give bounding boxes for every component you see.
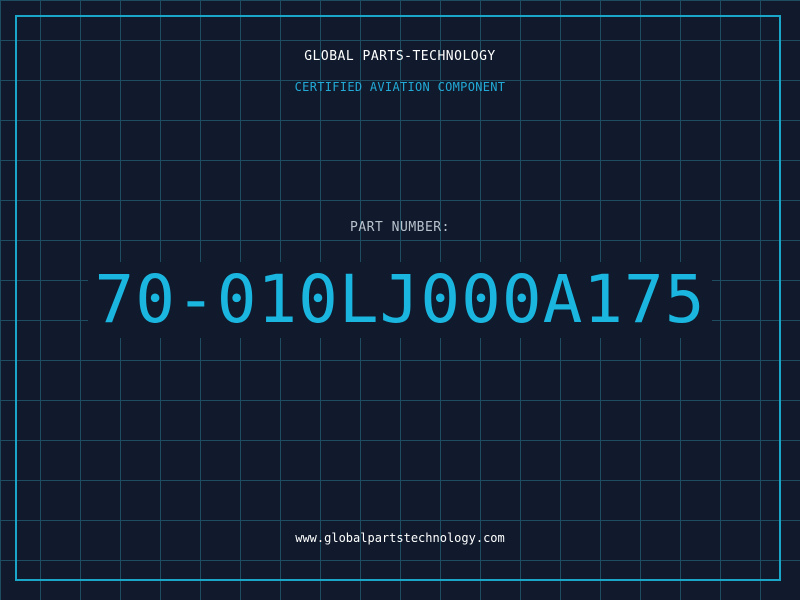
part-number-value: 70-010LJ000A175: [88, 262, 712, 338]
part-number-container: 70-010LJ000A175: [0, 262, 800, 338]
brand-title: GLOBAL PARTS-TECHNOLOGY: [304, 49, 496, 64]
certification-subtitle: CERTIFIED AVIATION COMPONENT: [294, 80, 506, 94]
website-link[interactable]: www.globalpartstechnology.com: [0, 531, 800, 545]
part-number-label: PART NUMBER:: [350, 220, 450, 235]
